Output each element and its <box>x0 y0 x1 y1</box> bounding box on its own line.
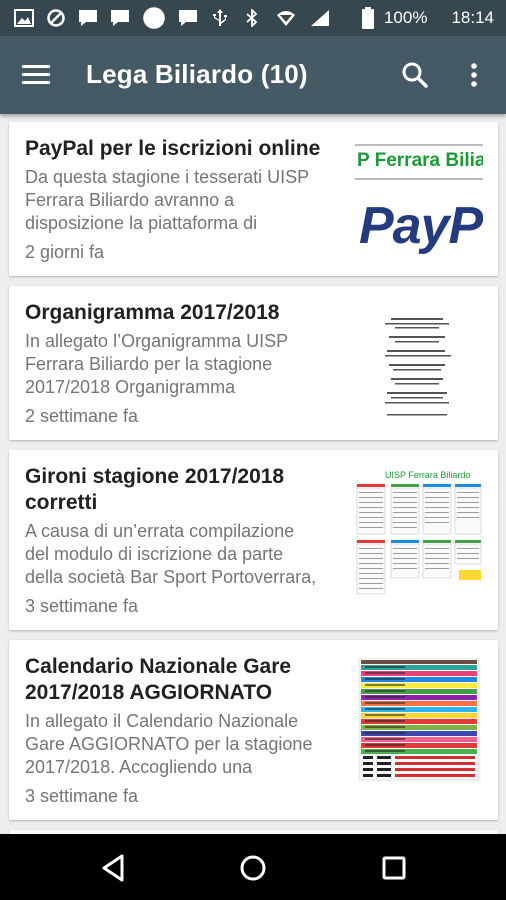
bluetooth-icon <box>246 9 258 27</box>
article-title: Gironi stagione 2017/2018 corretti <box>25 465 285 514</box>
recents-button[interactable] <box>374 848 414 888</box>
thumbnail-caption: P Ferrara Bilia <box>357 150 483 171</box>
home-button[interactable] <box>233 848 273 888</box>
article-date: 2 settimane fa <box>25 406 139 426</box>
status-bar: 100% 18:14 <box>0 0 506 36</box>
message-icon <box>179 10 197 26</box>
article-card[interactable]: PayPal per le iscrizioni online Da quest… <box>9 122 498 276</box>
message-icon <box>111 10 129 26</box>
paypal-logo: PayP <box>359 197 483 255</box>
back-icon <box>102 854 124 882</box>
clock: 18:14 <box>451 8 494 27</box>
article-excerpt: In allegato l’Organigramma UISP Ferrara … <box>25 331 289 397</box>
article-card[interactable]: Organigramma 2017/2018 In allegato l’Org… <box>9 286 498 440</box>
article-title: Organigramma 2017/2018 <box>25 301 280 324</box>
overflow-menu-button[interactable] <box>462 58 486 92</box>
battery-percentage: 100% <box>383 8 428 27</box>
recents-icon <box>382 856 406 880</box>
app-title: Lega Biliardo (10) <box>86 59 308 89</box>
signal-icon <box>311 10 329 26</box>
blocked-icon <box>47 9 65 27</box>
menu-button[interactable] <box>22 60 56 90</box>
article-excerpt: In allegato il Calendario Nazionale Gare… <box>25 711 313 777</box>
article-title: PayPal per le iscrizioni online <box>25 137 321 160</box>
app-bar: Lega Biliardo (10) <box>0 36 506 114</box>
more-vert-icon <box>471 63 477 87</box>
wifi-icon <box>277 11 295 26</box>
article-card[interactable]: Gironi stagione 2017/2018 corretti A cau… <box>9 450 498 630</box>
article-card[interactable]: Calendario Nazionale Gare 2017/2018 AGGI… <box>9 640 498 820</box>
search-icon <box>402 62 428 88</box>
back-button[interactable] <box>94 848 134 888</box>
usb-icon <box>213 9 227 26</box>
search-button[interactable] <box>398 58 432 92</box>
article-thumbnail <box>358 658 480 781</box>
thumbnail-caption: UISP Ferrara Biliardo <box>385 470 471 480</box>
battery-icon <box>361 7 374 29</box>
notification-icons <box>14 7 330 29</box>
home-icon <box>240 855 266 881</box>
message-icon <box>79 10 97 26</box>
article-thumbnail: P Ferrara Bilia PayP <box>355 144 483 260</box>
article-excerpt: A causa di un’errata compilazione del mo… <box>25 521 317 587</box>
article-date: 2 giorni fa <box>25 242 105 262</box>
circle-icon <box>143 7 165 29</box>
article-date: 3 settimane fa <box>25 596 139 616</box>
article-excerpt: Da questa stagione i tesserati UISP Ferr… <box>25 167 310 233</box>
system-status: 100% 18:14 <box>361 7 494 29</box>
article-list[interactable]: PayPal per le iscrizioni online Da quest… <box>0 114 506 834</box>
article-thumbnail <box>385 318 451 416</box>
image-icon <box>14 9 34 27</box>
article-date: 3 settimane fa <box>25 786 139 806</box>
navigation-bar <box>0 834 506 900</box>
article-title: Calendario Nazionale Gare 2017/2018 AGGI… <box>25 655 292 704</box>
menu-icon <box>22 65 56 84</box>
article-thumbnail: UISP Ferrara Biliardo <box>355 470 483 596</box>
